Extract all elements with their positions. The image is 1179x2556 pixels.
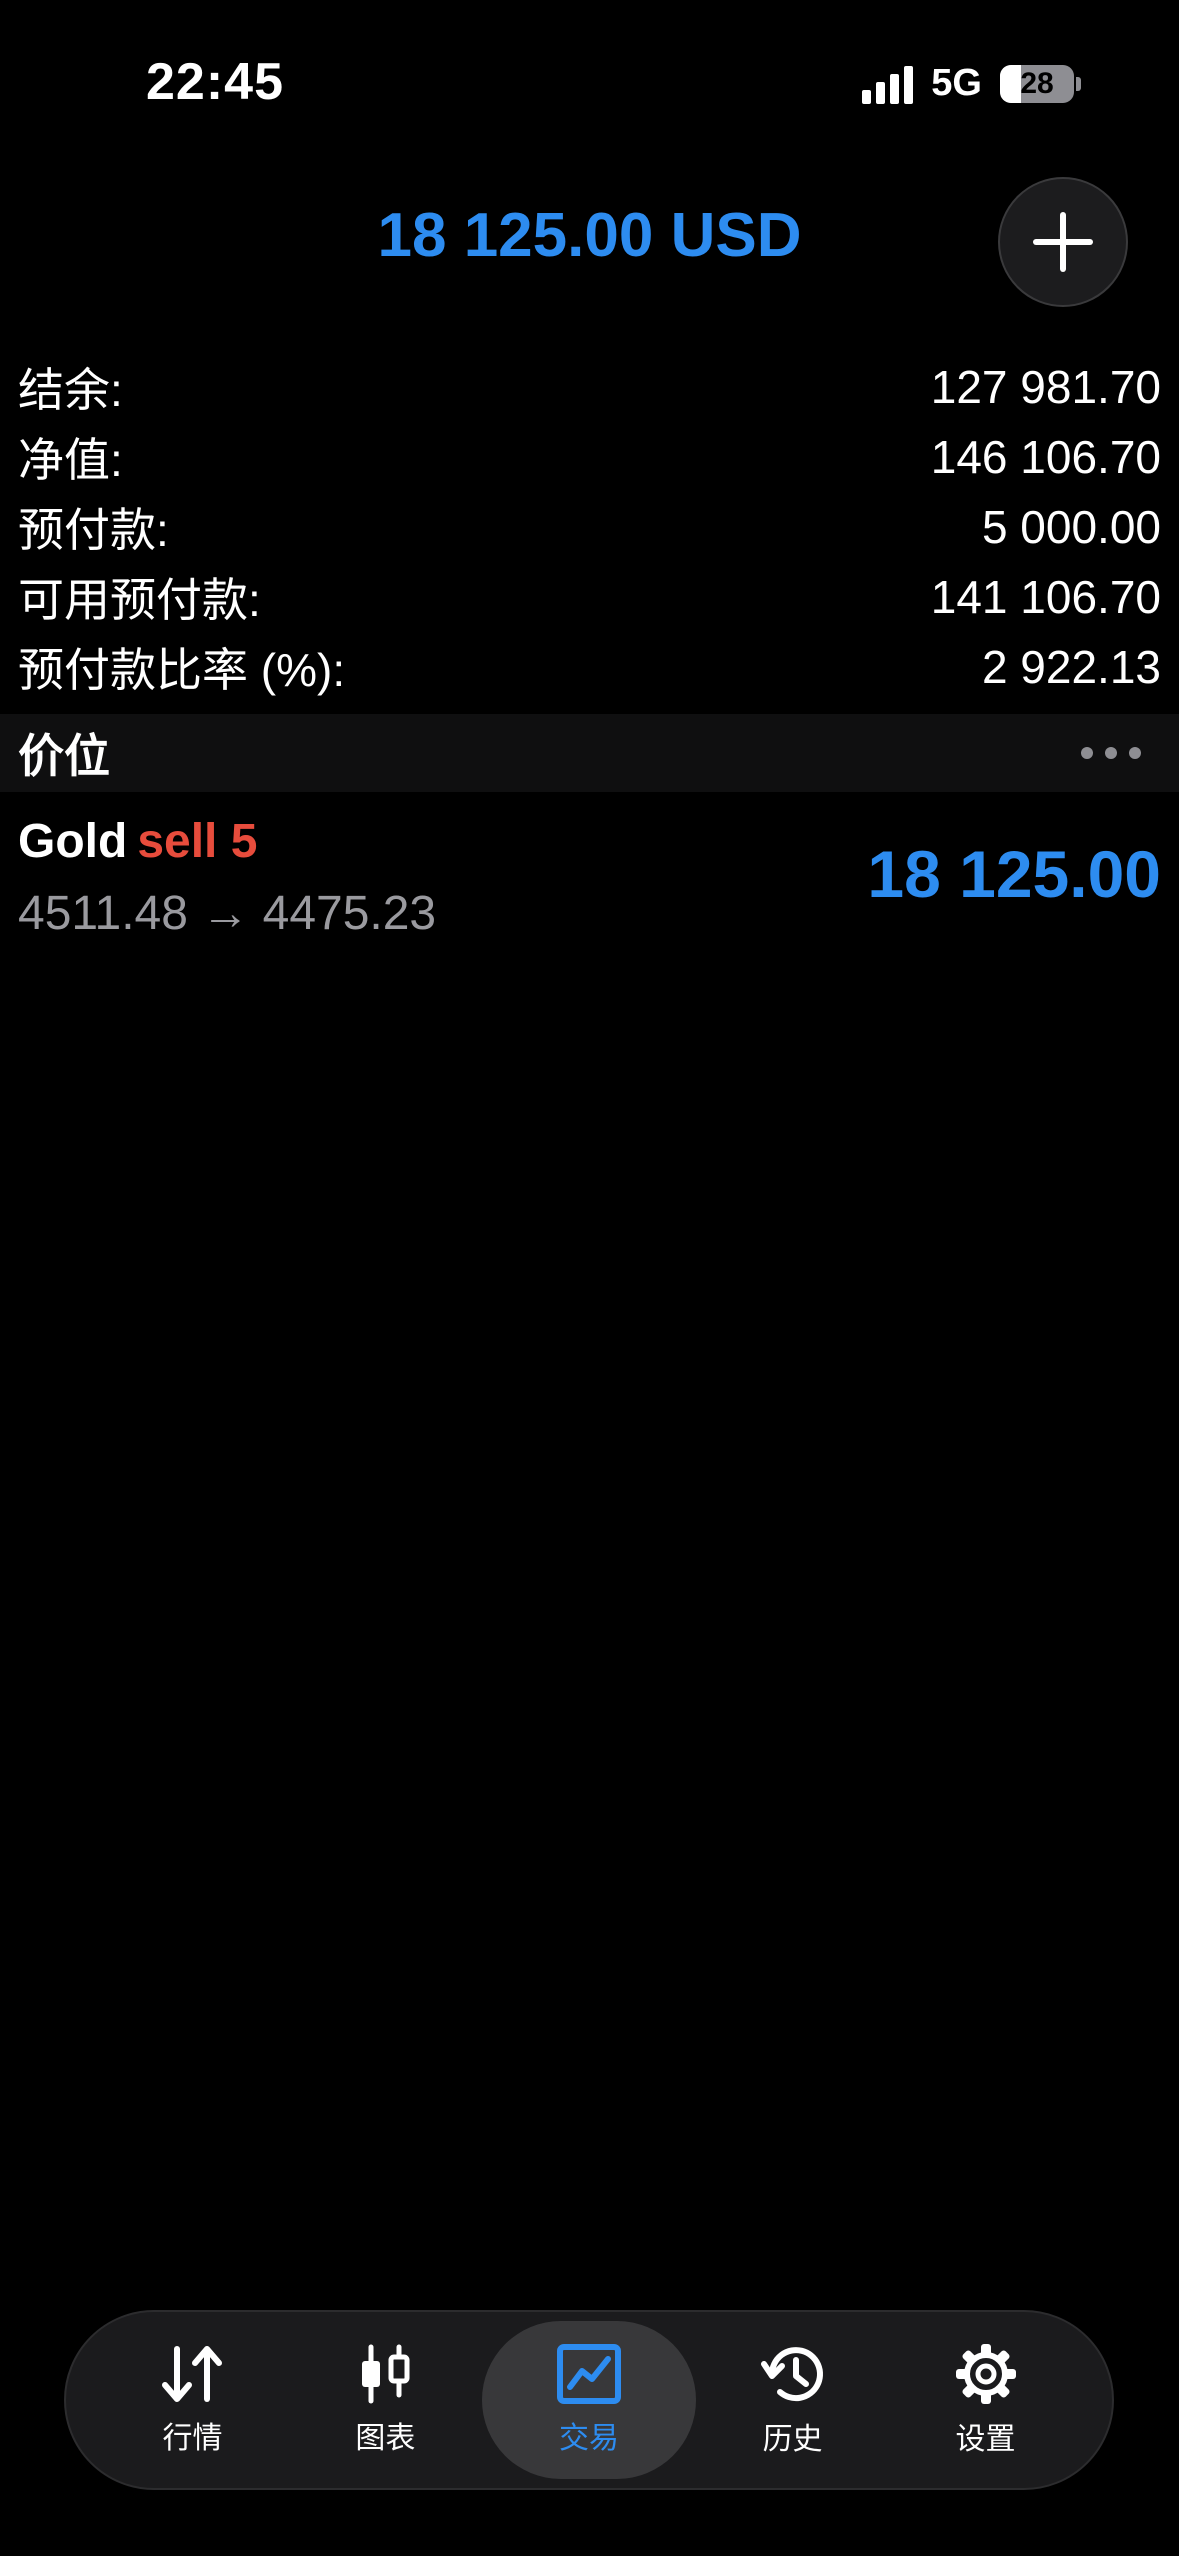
battery-icon: 28 [1000,64,1081,103]
tab-trade[interactable]: 交易 [481,2321,697,2479]
row-value: 2 922.13 [981,641,1161,693]
row-margin-level: 预付款比率 (%): 2 922.13 [0,632,1179,702]
tab-label: 历史 [762,2423,823,2456]
tab-quotes[interactable]: 行情 [96,2321,289,2479]
status-time: 22:45 [146,53,284,111]
more-dots-icon[interactable] [1081,747,1161,759]
network-label: 5G [931,62,982,104]
position-profit: 18 125.00 [867,837,1161,911]
trade-screen: 22:45 5G 28 18 125.00 USD 结余: 127 981.70 [0,0,1179,2556]
battery-fill [1000,64,1021,103]
position-prices: 4511.48 → 4475.23 [18,887,437,940]
section-title: 价位 [18,730,110,782]
history-icon [760,2347,823,2402]
add-order-button[interactable] [998,177,1128,307]
tab-settings[interactable]: 设置 [889,2321,1082,2479]
tab-history[interactable]: 历史 [696,2321,889,2479]
tab-label: 行情 [162,2422,223,2455]
tab-label: 设置 [955,2423,1016,2456]
row-value: 146 106.70 [930,431,1161,483]
positions-section-header: 价位 [0,714,1179,792]
candlestick-icon [362,2344,410,2404]
row-value: 141 106.70 [930,571,1161,623]
row-label: 预付款比率 (%): [18,644,346,696]
row-free-margin: 可用预付款: 141 106.70 [0,562,1179,632]
plus-icon [1033,212,1093,272]
tab-charts[interactable]: 图表 [289,2321,482,2479]
signal-icon [862,64,914,104]
arrows-updown-icon [162,2346,223,2402]
row-label: 预付款: [18,504,169,556]
row-label: 净值: [18,434,123,486]
battery-level: 28 [1020,66,1054,100]
tab-label: 交易 [559,2422,619,2455]
row-label: 结余: [18,364,123,416]
trade-chart-icon [557,2344,621,2404]
row-margin: 预付款: 5 000.00 [0,492,1179,562]
position-side: sell 5 [137,815,258,868]
tab-label: 图表 [355,2422,416,2455]
status-indicators: 5G 28 [862,62,1081,105]
gear-icon [955,2344,1016,2404]
position-title: Gold sell 5 [18,814,257,869]
position-item[interactable]: Gold sell 5 4511.48 → 4475.23 18 125.00 [0,800,1179,950]
row-equity: 净值: 146 106.70 [0,422,1179,492]
account-summary: 结余: 127 981.70 净值: 146 106.70 预付款: 5 000… [0,352,1179,702]
row-value: 127 981.70 [930,361,1161,413]
position-symbol: Gold [18,815,128,868]
row-balance: 结余: 127 981.70 [0,352,1179,422]
row-value: 5 000.00 [981,501,1161,553]
row-label: 可用预付款: [18,574,261,626]
bottom-tab-bar: 行情 图表 交易 历史 设置 [64,2310,1114,2490]
